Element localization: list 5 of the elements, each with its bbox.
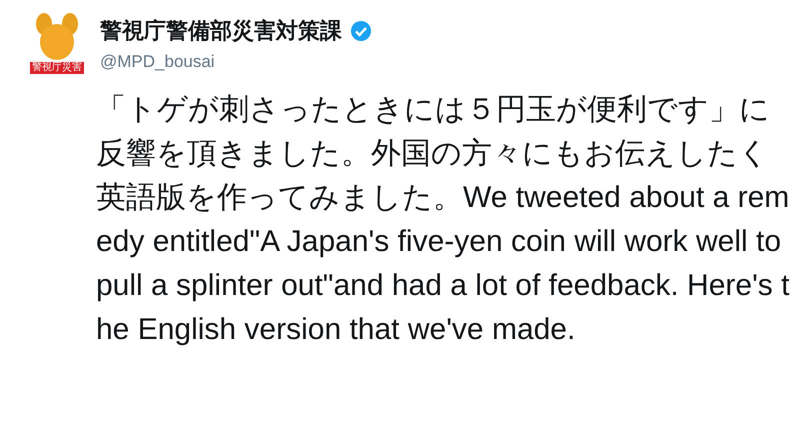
- avatar-label: 警視庁災害: [30, 62, 84, 74]
- user-handle[interactable]: @MPD_bousai: [100, 52, 372, 72]
- tweet-text: 「トゲが刺さったときには５円玉が便利です」に反響を頂きました。外国の方々にもお伝えしたく英語版を作ってみました。We tweeted about a remedy entitled"A Japan's five-yen coin will work well to pull a splinter out"and had a lot of feedback. Here's the English version that we've made.: [96, 92, 790, 348]
- display-name[interactable]: 警視庁警備部災害対策課: [100, 16, 342, 46]
- avatar-icon: [34, 12, 80, 62]
